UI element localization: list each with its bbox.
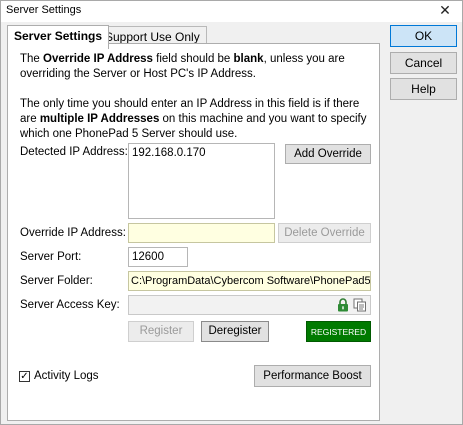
delete-override-button[interactable]: Delete Override [278, 223, 371, 243]
server-folder-label: Server Folder: [20, 275, 93, 287]
help-button[interactable]: Help [390, 78, 457, 100]
ok-button[interactable]: OK [390, 25, 457, 47]
server-port-label: Server Port: [20, 251, 82, 263]
detected-ip-list[interactable]: 192.168.0.170 [128, 143, 275, 219]
multiple-ip-note: The only time you should enter an IP Add… [20, 98, 367, 140]
activity-logs-checkbox[interactable]: ✓ [19, 371, 30, 382]
registered-status-badge: REGISTERED [306, 321, 371, 342]
cancel-button[interactable]: Cancel [390, 52, 457, 74]
override-ip-input[interactable] [128, 223, 275, 243]
detected-ip-label: Detected IP Address: [20, 146, 128, 158]
server-settings-dialog: Server Settings ✕ Server Settings Suppor… [0, 0, 463, 425]
server-settings-panel: The Override IP Address field should be … [7, 43, 380, 421]
server-access-key-input[interactable] [128, 295, 371, 315]
lock-icon [337, 298, 349, 312]
server-access-key-label: Server Access Key: [20, 299, 120, 311]
close-icon[interactable]: ✕ [438, 3, 452, 19]
override-ip-label: Override IP Address: [20, 227, 126, 239]
list-item[interactable]: 192.168.0.170 [132, 146, 274, 160]
deregister-button[interactable]: Deregister [201, 321, 269, 342]
title-bar: Server Settings ✕ [1, 1, 462, 22]
activity-logs-label[interactable]: Activity Logs [34, 370, 99, 382]
server-port-input[interactable]: 12600 [128, 247, 188, 267]
register-button[interactable]: Register [128, 321, 194, 342]
performance-boost-button[interactable]: Performance Boost [254, 365, 371, 387]
copy-icon[interactable] [353, 298, 367, 312]
tab-server-settings[interactable]: Server Settings [7, 25, 110, 49]
add-override-button[interactable]: Add Override [285, 144, 371, 164]
server-folder-input[interactable]: C:\ProgramData\Cybercom Software\PhonePa… [128, 271, 371, 291]
window-title: Server Settings [6, 4, 82, 16]
override-note: The Override IP Address field should be … [20, 53, 345, 80]
